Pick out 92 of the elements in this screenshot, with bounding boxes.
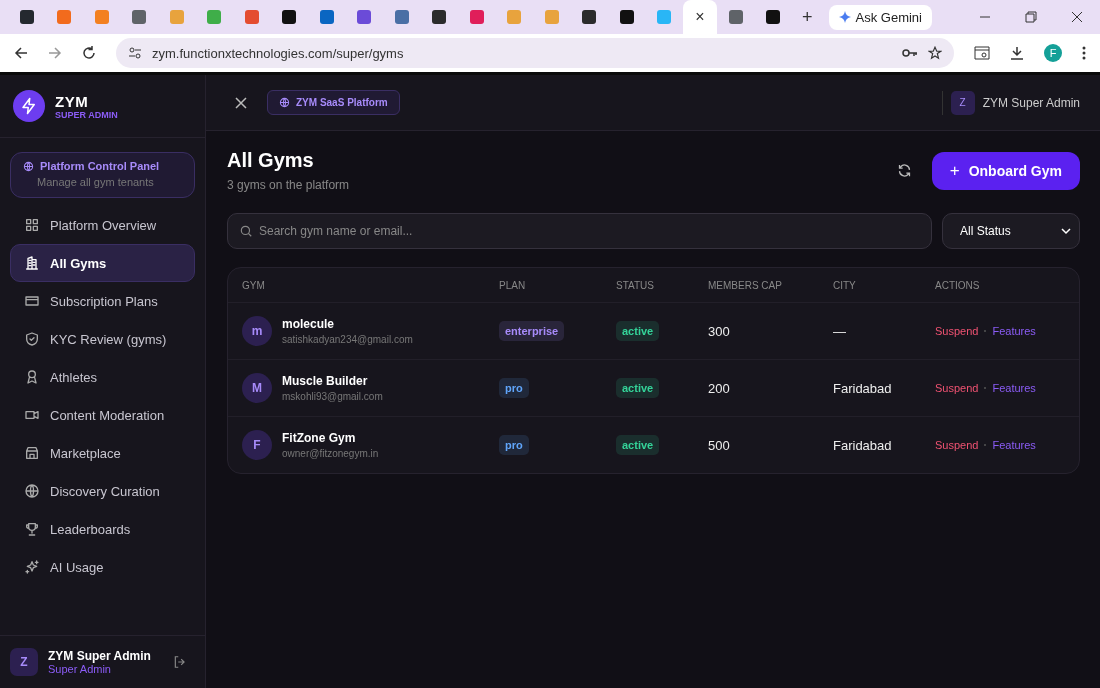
tab-search-icon[interactable]: [974, 46, 990, 60]
nav-icon: [24, 369, 40, 385]
brand-role: SUPER ADMIN: [55, 109, 118, 120]
sparkle-icon: [838, 11, 851, 23]
table-cell-text: Faridabad: [833, 380, 893, 396]
nav-icon: [24, 445, 40, 461]
nav-icon: [24, 217, 40, 233]
close-icon[interactable]: [1071, 11, 1083, 23]
table-cell-text: 300: [708, 323, 731, 339]
page-subtitle: 3 gyms on the platform: [227, 178, 350, 192]
star-icon[interactable]: [928, 46, 942, 60]
nav-icon: [24, 331, 40, 347]
status-tag: active: [616, 321, 660, 341]
search-icon: [239, 224, 253, 238]
nav-icon: [24, 559, 40, 575]
gym-name: molecule: [282, 317, 336, 331]
admin-name: ZYM Super Admin: [982, 95, 1080, 110]
column-header: GYM: [242, 279, 266, 291]
user-role: Super Admin: [48, 663, 112, 675]
onboard-gym-button[interactable]: + Onboard Gym: [931, 151, 1080, 190]
nav-item[interactable]: Content Moderation: [10, 396, 195, 434]
nav-item[interactable]: Subscription Plans: [10, 282, 195, 320]
nav-item[interactable]: Platform Overview: [10, 206, 195, 244]
gym-avatar: M: [242, 373, 272, 403]
suspend-link[interactable]: Suspend: [935, 382, 979, 394]
logout-icon[interactable]: [173, 655, 187, 669]
panel-subtitle: Manage all gym tenants: [36, 176, 154, 188]
download-icon[interactable]: [1010, 46, 1024, 60]
column-header: STATUS: [616, 279, 655, 291]
table-cell-text: Faridabad: [833, 437, 893, 453]
status-dropdown[interactable]: All Status: [942, 213, 1080, 249]
nav-item[interactable]: AI Usage: [10, 548, 195, 586]
nav-item[interactable]: All Gyms: [10, 244, 195, 282]
gym-name: Muscle Builder: [282, 374, 369, 388]
features-link[interactable]: Features: [992, 382, 1036, 394]
plan-tag: enterprise: [499, 321, 565, 341]
nav-item[interactable]: Discovery Curation: [10, 472, 195, 510]
search-field[interactable]: Search gym name or email...: [227, 213, 932, 249]
browser-tab[interactable]: ×: [683, 0, 717, 34]
forward-icon[interactable]: [48, 46, 62, 60]
nav-icon: [24, 483, 40, 499]
address-bar[interactable]: zym.functionxtechnologies.com/super/gyms: [116, 38, 954, 68]
restore-icon[interactable]: [1025, 11, 1037, 23]
gym-email: owner@fitzonegym.in: [282, 448, 379, 459]
nav-icon: [24, 521, 40, 537]
table-cell-text: —: [833, 323, 847, 339]
globe-icon: [23, 160, 34, 172]
admin-avatar: Z: [950, 90, 975, 115]
brand-name: ZYM: [55, 92, 90, 110]
table-cell-text: 500: [708, 437, 731, 453]
status-tag: active: [616, 435, 660, 455]
suspend-link[interactable]: Suspend: [935, 325, 979, 337]
nav-icon: [24, 255, 40, 271]
chevron-down-icon: [1061, 226, 1071, 236]
panel-title: Platform Control Panel: [40, 160, 160, 172]
nav-item[interactable]: Marketplace: [10, 434, 195, 472]
column-header: MEMBERS CAP: [708, 279, 783, 291]
nav-item[interactable]: KYC Review (gyms): [10, 320, 195, 358]
url-text: zym.functionxtechnologies.com/super/gyms: [152, 45, 405, 61]
gym-email: mskohli93@gmail.com: [282, 391, 383, 402]
key-icon[interactable]: [902, 47, 918, 59]
lightning-logo-icon: [13, 90, 45, 122]
site-settings-icon[interactable]: [128, 46, 142, 60]
new-tab-button[interactable]: +: [792, 6, 823, 28]
reload-icon[interactable]: [82, 46, 96, 60]
user-avatar: Z: [10, 648, 38, 676]
features-link[interactable]: Features: [992, 439, 1036, 451]
menu-icon[interactable]: [1082, 46, 1086, 60]
gym-avatar: m: [242, 316, 272, 346]
nav-item[interactable]: Athletes: [10, 358, 195, 396]
gym-name: FitZone Gym: [282, 431, 357, 445]
gym-email: satishkadyan234@gmail.com: [282, 334, 413, 345]
tab-close[interactable]: ×: [695, 8, 705, 26]
back-icon[interactable]: [14, 46, 28, 60]
column-header: PLAN: [499, 279, 527, 291]
plan-tag: pro: [499, 378, 529, 398]
column-header: CITY: [833, 279, 857, 291]
refresh-icon[interactable]: [896, 163, 912, 178]
platform-badge: ZYM SaaS Platform: [267, 90, 400, 115]
nav-icon: [24, 293, 40, 309]
plan-tag: pro: [499, 435, 529, 455]
column-header: ACTIONS: [935, 279, 981, 291]
status-tag: active: [616, 378, 660, 398]
ask-gemini-button[interactable]: Ask Gemini: [828, 4, 932, 30]
suspend-link[interactable]: Suspend: [935, 439, 979, 451]
table-cell-text: 200: [708, 380, 731, 396]
features-link[interactable]: Features: [992, 325, 1036, 337]
nav-item[interactable]: Leaderboards: [10, 510, 195, 548]
user-name: ZYM Super Admin: [48, 649, 152, 663]
page-title: All Gyms: [227, 149, 315, 172]
close-icon[interactable]: [235, 96, 247, 109]
gym-avatar: F: [242, 430, 272, 460]
